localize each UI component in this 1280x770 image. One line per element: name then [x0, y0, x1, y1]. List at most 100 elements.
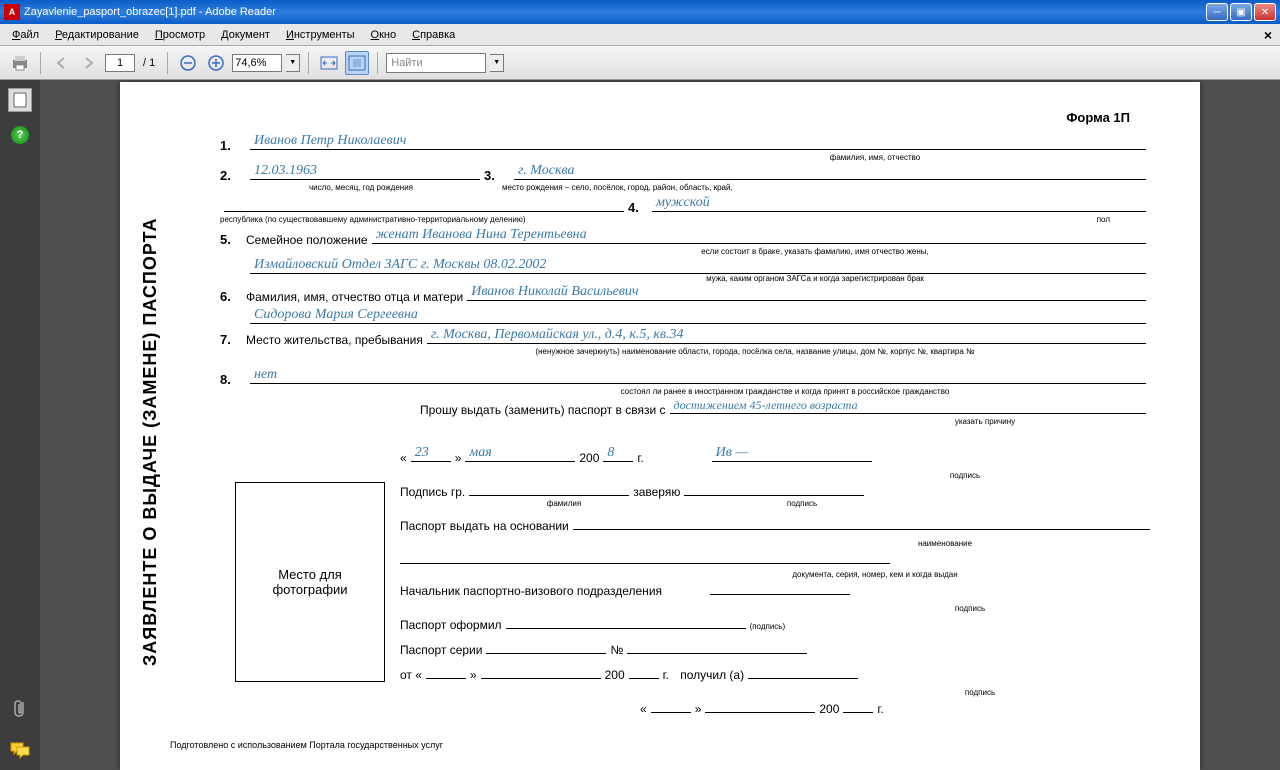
from-hint: подпись	[810, 688, 1150, 697]
field-3-value: г. Москва	[518, 163, 575, 179]
fit-page-button[interactable]	[345, 51, 369, 75]
maximize-button[interactable]: ▣	[1230, 3, 1252, 21]
field-5-label: Семейное положение	[246, 233, 368, 247]
basis-label: Паспорт выдать на основании	[400, 519, 569, 533]
find-input[interactable]: Найти	[386, 53, 486, 73]
sidebar: ?	[0, 80, 40, 770]
zoom-dropdown[interactable]: ▼	[286, 54, 300, 72]
date-year-suffix: г.	[637, 451, 643, 465]
field-8-value: нет	[254, 367, 277, 383]
field-5-value: женат Иванова Нина Терентьевна	[376, 227, 587, 243]
zoom-out-button[interactable]	[176, 51, 200, 75]
field-1-value: Иванов Петр Николаевич	[254, 133, 406, 149]
field-8-hint: состоял ли ранее в иностранном гражданст…	[420, 387, 1150, 396]
bdate-year-prefix: 200	[819, 702, 839, 716]
field-2-num: 2.	[220, 168, 246, 183]
request-label: Прошу выдать (заменить) паспорт в связи …	[420, 403, 666, 417]
attachments-button[interactable]	[8, 696, 32, 720]
series-num-label: №	[610, 643, 623, 657]
title-bar: A Zayavlenie_pasport_obrazec[1].pdf - Ad…	[0, 0, 1280, 24]
sign-label: Подпись гр.	[400, 485, 465, 499]
arrow-left-icon	[54, 56, 68, 70]
menu-tools[interactable]: Инструменты	[278, 27, 363, 43]
from-received: получил (а)	[680, 668, 744, 682]
field-5b-value: Измайловский Отдел ЗАГС г. Москвы 08.02.…	[254, 257, 546, 273]
menu-help[interactable]: Справка	[404, 27, 463, 43]
chief-hint: подпись	[790, 604, 1150, 613]
from-label: от «	[400, 668, 422, 682]
zoom-input[interactable]: 74,6%	[232, 54, 282, 72]
field-6b-value: Сидорова Мария Сергеевна	[254, 307, 418, 323]
photo-label: Место дляфотографии	[272, 567, 347, 597]
date-month: мая	[469, 445, 491, 461]
comments-button[interactable]	[8, 738, 32, 762]
zoom-in-button[interactable]	[204, 51, 228, 75]
bdate-open: «	[640, 702, 647, 716]
app-icon: A	[4, 4, 20, 20]
field-3b-hint: республика (по существовавшему администр…	[220, 215, 620, 224]
fit-width-button[interactable]	[317, 51, 341, 75]
field-8-num: 8.	[220, 372, 246, 387]
chat-icon	[9, 741, 31, 759]
field-2-value: 12.03.1963	[254, 163, 317, 179]
field-3-num: 3.	[484, 168, 510, 183]
pdf-page: Форма 1П ЗАЯВЛЕНТЕ О ВЫДАЧЕ (ЗАМЕНЕ) ПАС…	[120, 82, 1200, 770]
toolbar: / 1 74,6% ▼ Найти ▼	[0, 46, 1280, 80]
menu-view[interactable]: Просмотр	[147, 27, 213, 43]
menu-document[interactable]: Документ	[213, 27, 278, 43]
date-sign: Ив —	[716, 445, 748, 461]
field-5-hint: если состоит в браке, указать фамилию, и…	[480, 247, 1150, 256]
field-7-hint: (ненужное зачеркнуть) наименование облас…	[360, 347, 1150, 356]
field-7-label: Место жительства, пребывания	[246, 333, 423, 347]
sign-hint2: подпись	[712, 499, 892, 508]
prev-page-button[interactable]	[49, 51, 73, 75]
field-4-hint: пол	[620, 215, 1150, 224]
plus-icon	[208, 55, 224, 71]
menu-bar: Файлdocument.currentScript.previousEleme…	[0, 24, 1280, 46]
pages-panel-button[interactable]	[8, 88, 32, 112]
print-button[interactable]	[8, 51, 32, 75]
from-year-prefix: 200	[605, 668, 625, 682]
page-input[interactable]	[105, 54, 135, 72]
document-viewport[interactable]: Форма 1П ЗАЯВЛЕНТЕ О ВЫДАЧЕ (ЗАМЕНЕ) ПАС…	[40, 80, 1280, 770]
field-4-num: 4.	[628, 200, 648, 215]
find-dropdown[interactable]: ▼	[490, 54, 504, 72]
help-button[interactable]: ?	[11, 126, 29, 144]
minimize-button[interactable]: ─	[1206, 3, 1228, 21]
field-7-num: 7.	[220, 332, 246, 347]
field-1-num: 1.	[220, 138, 246, 153]
request-value: достижением 45-летнего возраста	[674, 398, 858, 413]
basis-hint: наименование	[740, 539, 1150, 548]
photo-placeholder: Место дляфотографии	[235, 482, 385, 682]
date-year: 8	[607, 445, 614, 461]
field-3-hint: место рождения – село, посёлок, город, р…	[502, 183, 1150, 192]
field-5-num: 5.	[220, 232, 246, 247]
close-button[interactable]: ✕	[1254, 3, 1276, 21]
sign-label2: заверяю	[633, 485, 680, 499]
from-label2: »	[470, 668, 477, 682]
next-page-button[interactable]	[77, 51, 101, 75]
menu-window[interactable]: Окно	[363, 27, 405, 43]
doc-close-button[interactable]: ×	[1260, 27, 1276, 43]
issued-label: Паспорт оформил	[400, 618, 502, 632]
fit-page-icon	[348, 55, 366, 71]
arrow-right-icon	[82, 56, 96, 70]
date-year-prefix: 200	[579, 451, 599, 465]
document-title-vertical: ЗАЯВЛЕНТЕ О ВЫДАЧЕ (ЗАМЕНЕ) ПАСПОРТА	[140, 182, 161, 702]
field-2-hint: число, месяц, год рождения	[246, 183, 476, 192]
field-4-value: мужской	[656, 195, 710, 211]
menu-file[interactable]: Файлdocument.currentScript.previousEleme…	[4, 27, 47, 43]
basis2-hint: документа, серия, номер, кем и когда выд…	[600, 570, 1150, 579]
from-year-suffix: г.	[663, 668, 669, 682]
sign-hint1: фамилия	[484, 499, 644, 508]
print-icon	[11, 54, 29, 72]
menu-edit[interactable]: Редактирование	[47, 27, 147, 43]
request-hint: указать причину	[820, 417, 1150, 426]
date-sign-hint: подпись	[780, 471, 1150, 480]
issued-hint: (подпись)	[750, 622, 786, 631]
field-6-num: 6.	[220, 289, 246, 304]
field-6-label: Фамилия, имя, отчество отца и матери	[246, 290, 463, 304]
fit-width-icon	[320, 55, 338, 71]
chief-label: Начальник паспортно-визового подразделен…	[400, 584, 662, 598]
field-7-value: г. Москва, Первомайская ул., д.4, к.5, к…	[431, 327, 684, 343]
